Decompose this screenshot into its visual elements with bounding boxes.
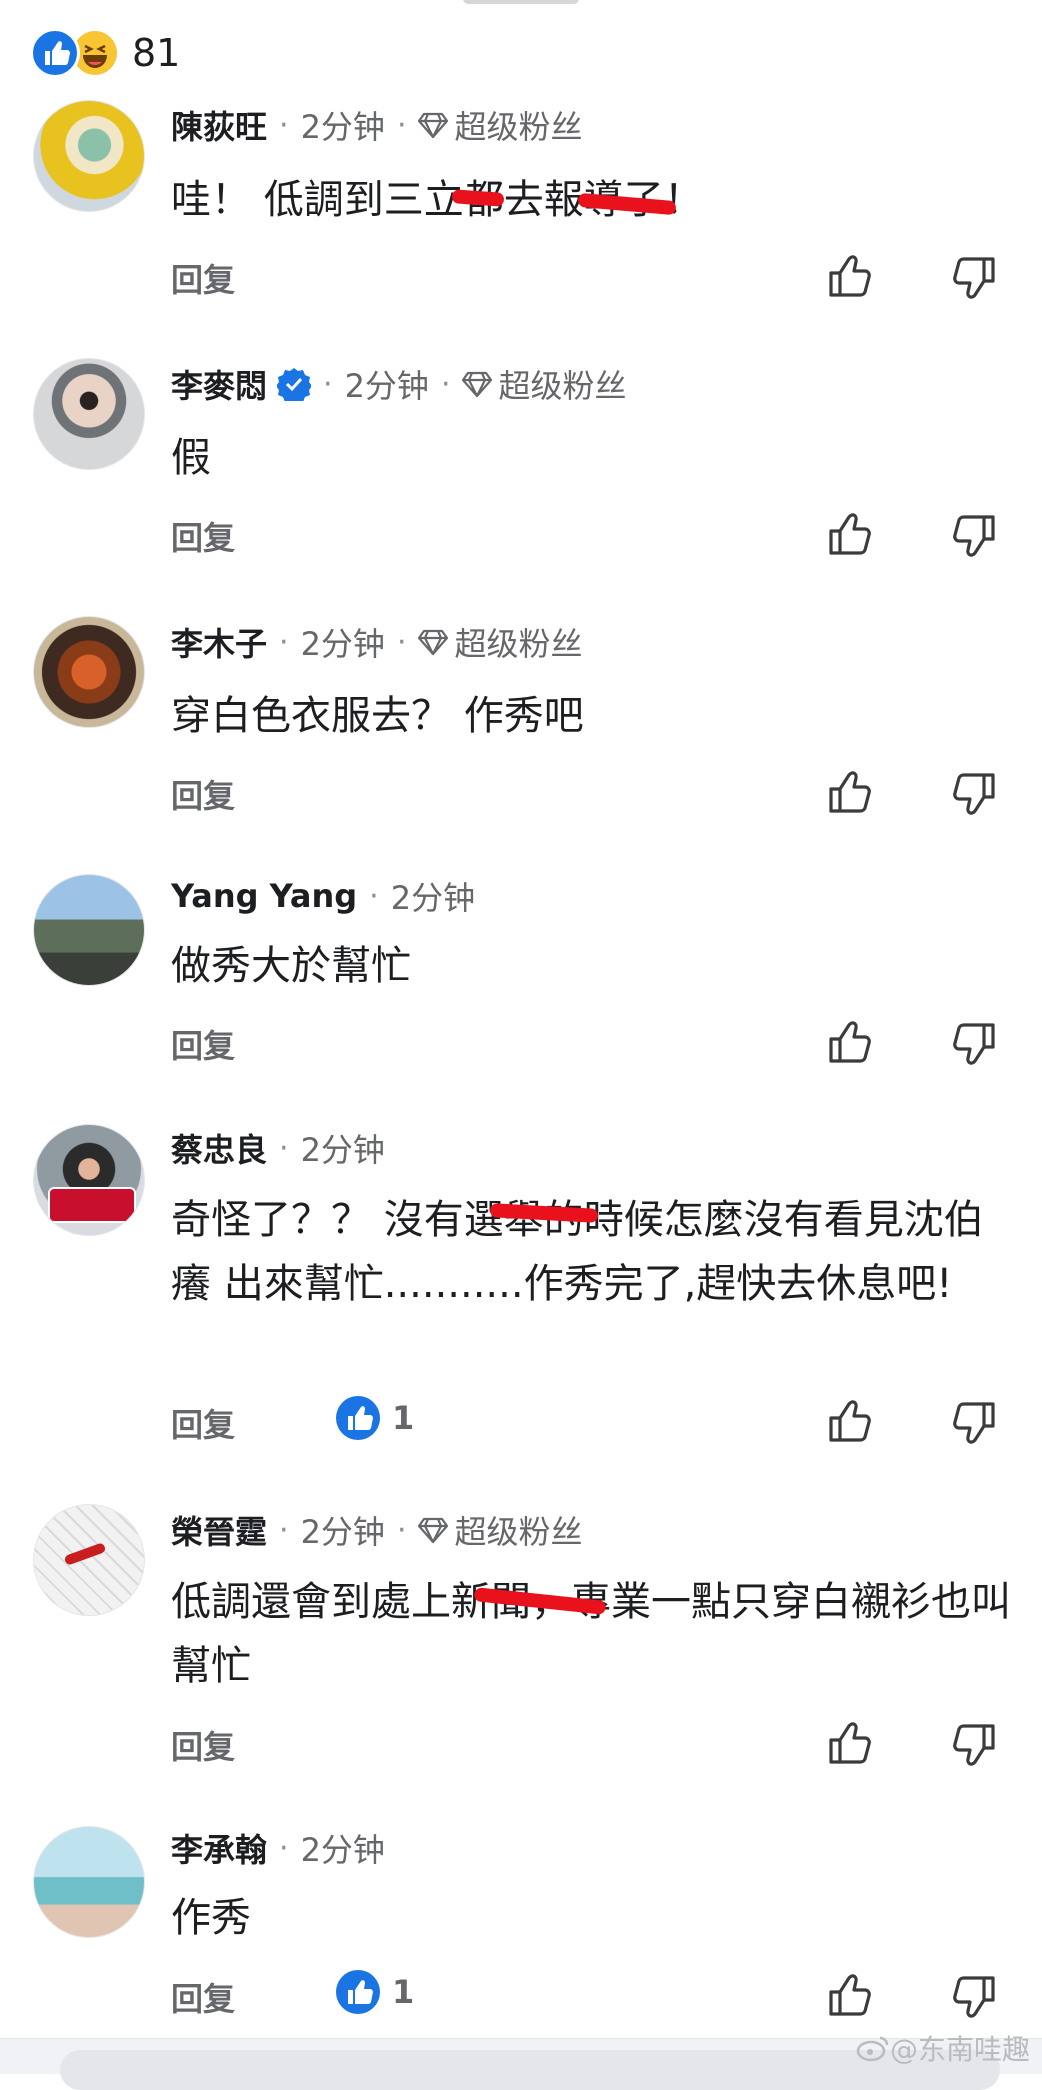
commenter-name[interactable]: 李承翰 xyxy=(171,1825,267,1871)
separator: · xyxy=(323,366,333,402)
like-icon xyxy=(336,1396,380,1440)
comment-like-count[interactable]: 1 xyxy=(336,1396,414,1440)
top-fan-badge: 超级粉丝 xyxy=(418,1507,583,1553)
watermark: @东南哇趣 xyxy=(856,2028,1030,2068)
avatar[interactable] xyxy=(33,358,145,470)
weibo-icon xyxy=(856,2036,889,2062)
avatar[interactable] xyxy=(33,874,145,986)
fan-label: 超级粉丝 xyxy=(498,367,627,405)
fan-label: 超级粉丝 xyxy=(454,108,583,146)
commenter-name[interactable]: Yang Yang xyxy=(171,877,357,915)
comment-time[interactable]: 2分钟 xyxy=(301,1507,385,1553)
commenter-name[interactable]: 李木子 xyxy=(171,619,267,665)
avatar[interactable] xyxy=(33,616,145,728)
sheet-handle[interactable] xyxy=(463,0,579,4)
thumbs-up-icon[interactable] xyxy=(823,1716,879,1772)
thumbs-up-icon[interactable] xyxy=(823,249,879,305)
thumbs-down-icon[interactable] xyxy=(945,249,1001,305)
separator: · xyxy=(279,107,289,143)
thumbs-down-icon[interactable] xyxy=(945,1968,1001,2024)
comment-like-count[interactable]: 1 xyxy=(336,1970,414,2014)
reply-button[interactable]: 回复 xyxy=(171,1722,235,1768)
commenter-name[interactable]: 榮晉霆 xyxy=(171,1507,267,1553)
comment-text: 假 xyxy=(171,435,211,481)
reply-button[interactable]: 回复 xyxy=(171,1400,235,1446)
reply-button[interactable]: 回复 xyxy=(171,255,235,301)
separator: · xyxy=(279,1512,289,1548)
diamond-icon xyxy=(462,371,493,398)
like-count: 1 xyxy=(392,1399,415,1437)
separator: · xyxy=(396,1512,407,1548)
thumbs-down-icon[interactable] xyxy=(945,507,1001,563)
separator: · xyxy=(396,624,407,660)
comment-time[interactable]: 2分钟 xyxy=(391,873,475,919)
separator: · xyxy=(279,1830,289,1866)
avatar-red-detail xyxy=(63,1542,107,1566)
avatar[interactable] xyxy=(33,100,145,212)
avatar[interactable] xyxy=(33,1124,145,1236)
comment-text: 作秀 xyxy=(171,1895,251,1941)
comment-text: 奇怪了？？ 沒有選舉的時候怎麼沒有看見沈伯癢 出來幫忙...........作秀… xyxy=(171,1197,984,1307)
reply-button[interactable]: 回复 xyxy=(171,1021,235,1067)
diamond-icon xyxy=(418,629,449,656)
comment-time[interactable]: 2分钟 xyxy=(301,619,385,665)
reactions-count: 81 xyxy=(132,31,181,75)
separator: · xyxy=(440,366,451,402)
comment-text: 穿白色衣服去？ 作秀吧 xyxy=(171,693,584,739)
avatar[interactable] xyxy=(33,1826,145,1938)
comment-time[interactable]: 2分钟 xyxy=(301,1125,385,1171)
thumbs-down-icon[interactable] xyxy=(945,1394,1001,1450)
thumbs-up-icon[interactable] xyxy=(823,765,879,821)
verified-badge-icon xyxy=(277,368,312,401)
diamond-icon xyxy=(418,112,449,139)
like-count: 1 xyxy=(392,1973,415,2011)
thumbs-up-icon[interactable] xyxy=(823,507,879,563)
like-icon xyxy=(30,28,80,78)
thumbs-down-icon[interactable] xyxy=(945,1015,1001,1071)
separator: · xyxy=(279,624,289,660)
thumbs-down-icon[interactable] xyxy=(945,1716,1001,1772)
comment-time[interactable]: 2分钟 xyxy=(301,102,385,148)
top-fan-badge: 超级粉丝 xyxy=(462,361,627,407)
comment-time[interactable]: 2分钟 xyxy=(301,1825,385,1871)
top-fan-badge: 超级粉丝 xyxy=(418,619,583,665)
top-fan-badge: 超级粉丝 xyxy=(418,102,583,148)
watermark-text: @东南哇趣 xyxy=(889,2033,1030,2066)
commenter-name[interactable]: 李麥悶 xyxy=(171,361,267,407)
thumbs-up-icon[interactable] xyxy=(823,1015,879,1071)
diamond-icon xyxy=(418,1517,449,1544)
separator: · xyxy=(396,107,407,143)
comment-text: 做秀大於幫忙 xyxy=(171,943,411,989)
reply-button[interactable]: 回复 xyxy=(171,513,235,559)
thumbs-up-icon[interactable] xyxy=(823,1394,879,1450)
reply-button[interactable]: 回复 xyxy=(171,771,235,817)
thumbs-down-icon[interactable] xyxy=(945,765,1001,821)
fan-label: 超级粉丝 xyxy=(454,625,583,663)
fan-label: 超级粉丝 xyxy=(454,1513,583,1551)
comment-text: 低調還會到處上新聞，專業一點只穿白襯衫也叫幫忙 xyxy=(171,1579,1011,1689)
commenter-name[interactable]: 陳荻旺 xyxy=(171,102,267,148)
avatar-flag-badge xyxy=(48,1187,136,1223)
avatar[interactable] xyxy=(33,1504,145,1616)
reply-button[interactable]: 回复 xyxy=(171,1974,235,2020)
like-icon xyxy=(336,1970,380,2014)
separator: · xyxy=(369,878,379,914)
comment-time[interactable]: 2分钟 xyxy=(345,361,429,407)
reactions-summary[interactable]: 81 xyxy=(30,28,180,78)
thumbs-up-icon[interactable] xyxy=(823,1968,879,2024)
separator: · xyxy=(279,1130,289,1166)
commenter-name[interactable]: 蔡忠良 xyxy=(171,1125,267,1171)
